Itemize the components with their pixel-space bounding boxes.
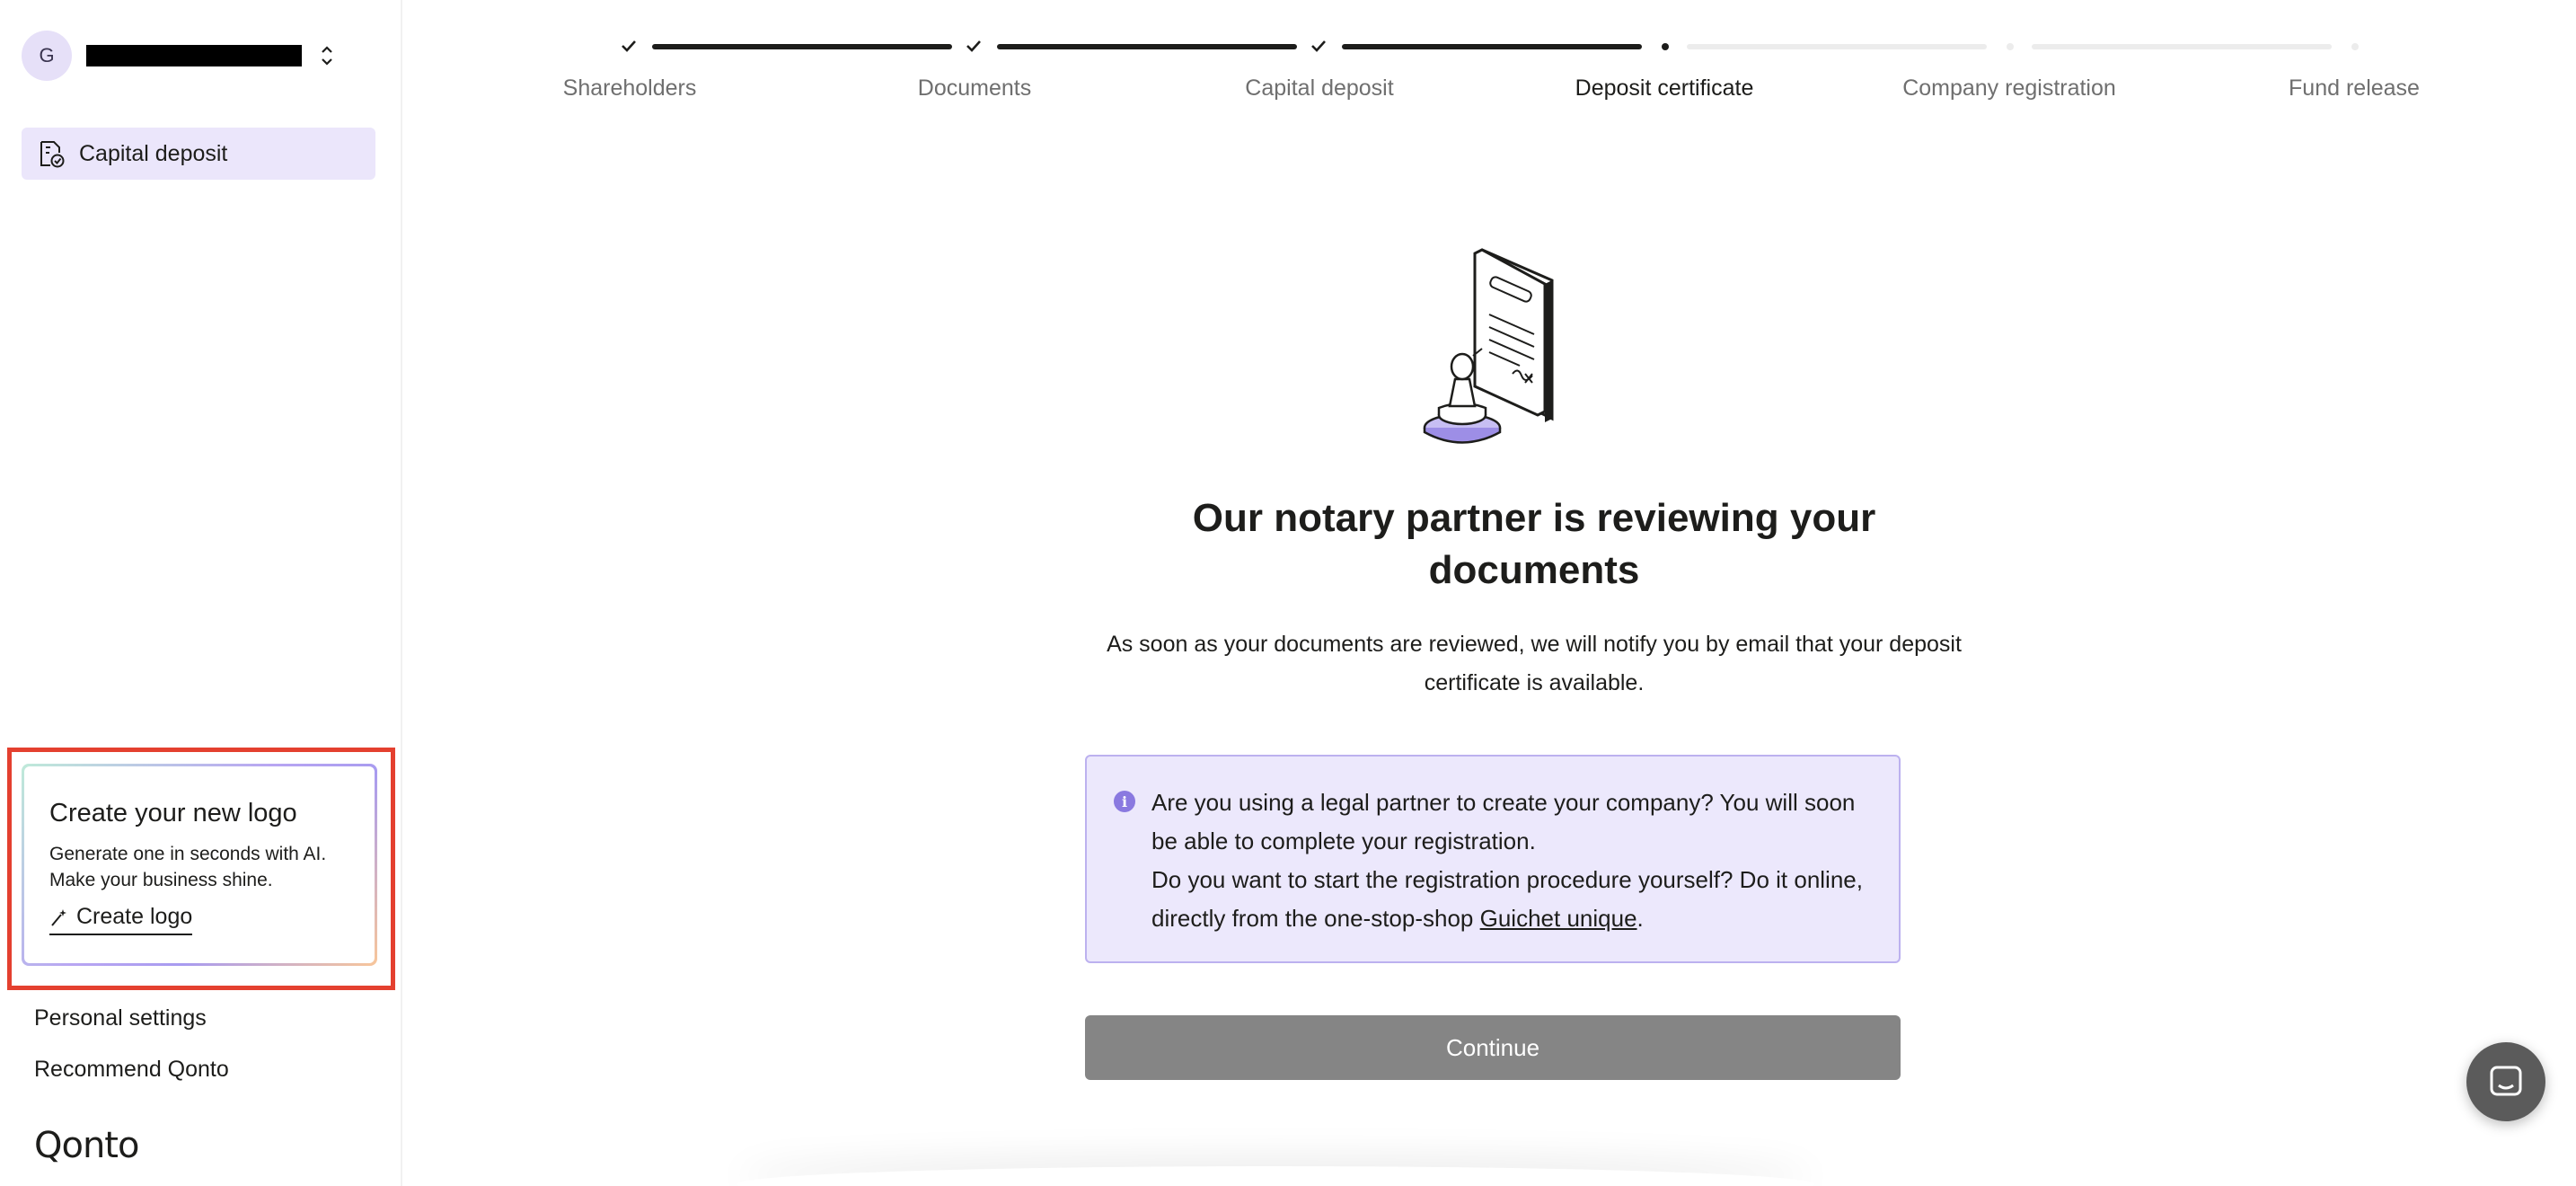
step-label-company-registration: Company registration <box>1902 75 2116 101</box>
personal-settings-link[interactable]: Personal settings <box>34 1005 207 1031</box>
check-icon <box>1311 40 1326 52</box>
step-progress-bar <box>1687 44 1987 49</box>
magic-wand-icon <box>51 908 66 926</box>
avatar: G <box>22 31 72 81</box>
step-progress-bar <box>2032 44 2332 49</box>
recommend-qonto-link[interactable]: Recommend Qonto <box>34 1057 229 1083</box>
promo-text-line2: Make your business shine. <box>49 870 273 890</box>
info-callout: i Are you using a legal partner to creat… <box>1085 755 1901 963</box>
organization-switcher[interactable]: G <box>22 31 345 81</box>
notary-certificate-illustration <box>1423 248 1554 444</box>
continue-button[interactable]: Continue <box>1085 1015 1901 1080</box>
chevron-up-down-icon <box>322 46 332 66</box>
step-progress-bar <box>1342 44 1642 49</box>
sidebar-item-label: Capital deposit <box>79 140 228 166</box>
step-progress-bar <box>997 44 1297 49</box>
info-text-line1: Are you using a legal partner to create … <box>1151 789 1856 854</box>
sidebar: G Capital deposit Create your new logo G… <box>0 0 402 1186</box>
progress-stepper: Shareholders Documents Capital deposit D… <box>402 0 2576 117</box>
step-dot <box>2007 43 2014 50</box>
check-icon <box>622 40 636 52</box>
step-label-deposit-certificate: Deposit certificate <box>1575 75 1754 101</box>
document-badge-icon <box>40 141 65 168</box>
chat-launcher-button[interactable] <box>2466 1042 2545 1121</box>
step-label-fund-release: Fund release <box>2289 75 2420 101</box>
bottom-overlay-shadow <box>737 1166 1814 1186</box>
create-logo-link[interactable]: Create logo <box>49 904 193 935</box>
promo-text-line1: Generate one in seconds with AI. <box>49 844 327 864</box>
step-label-documents: Documents <box>917 75 1032 101</box>
page-description: As soon as your documents are reviewed, … <box>1107 632 1962 695</box>
step-label-shareholders: Shareholders <box>562 75 697 101</box>
step-label-capital-deposit: Capital deposit <box>1245 75 1394 101</box>
create-logo-label: Create logo <box>76 904 193 929</box>
guichet-unique-link[interactable]: Guichet unique <box>1480 905 1637 932</box>
sidebar-item-capital-deposit[interactable]: Capital deposit <box>22 128 375 180</box>
chat-icon <box>2490 1066 2522 1096</box>
create-logo-promo-card[interactable]: Create your new logo Generate one in sec… <box>22 764 377 966</box>
info-icon: i <box>1114 791 1135 812</box>
qonto-logo: Qonto <box>34 1125 139 1166</box>
check-icon <box>966 40 981 52</box>
step-progress-bar <box>652 44 952 49</box>
current-step-dot <box>1662 43 1669 50</box>
info-text-line2: Do you want to start the registration pr… <box>1151 861 1872 938</box>
page-title: Our notary partner is reviewing your doc… <box>1192 496 1876 592</box>
promo-title: Create your new logo <box>49 799 297 828</box>
info-text-suffix: . <box>1636 905 1644 932</box>
step-dot <box>2351 43 2359 50</box>
organization-name-redacted <box>86 45 302 66</box>
